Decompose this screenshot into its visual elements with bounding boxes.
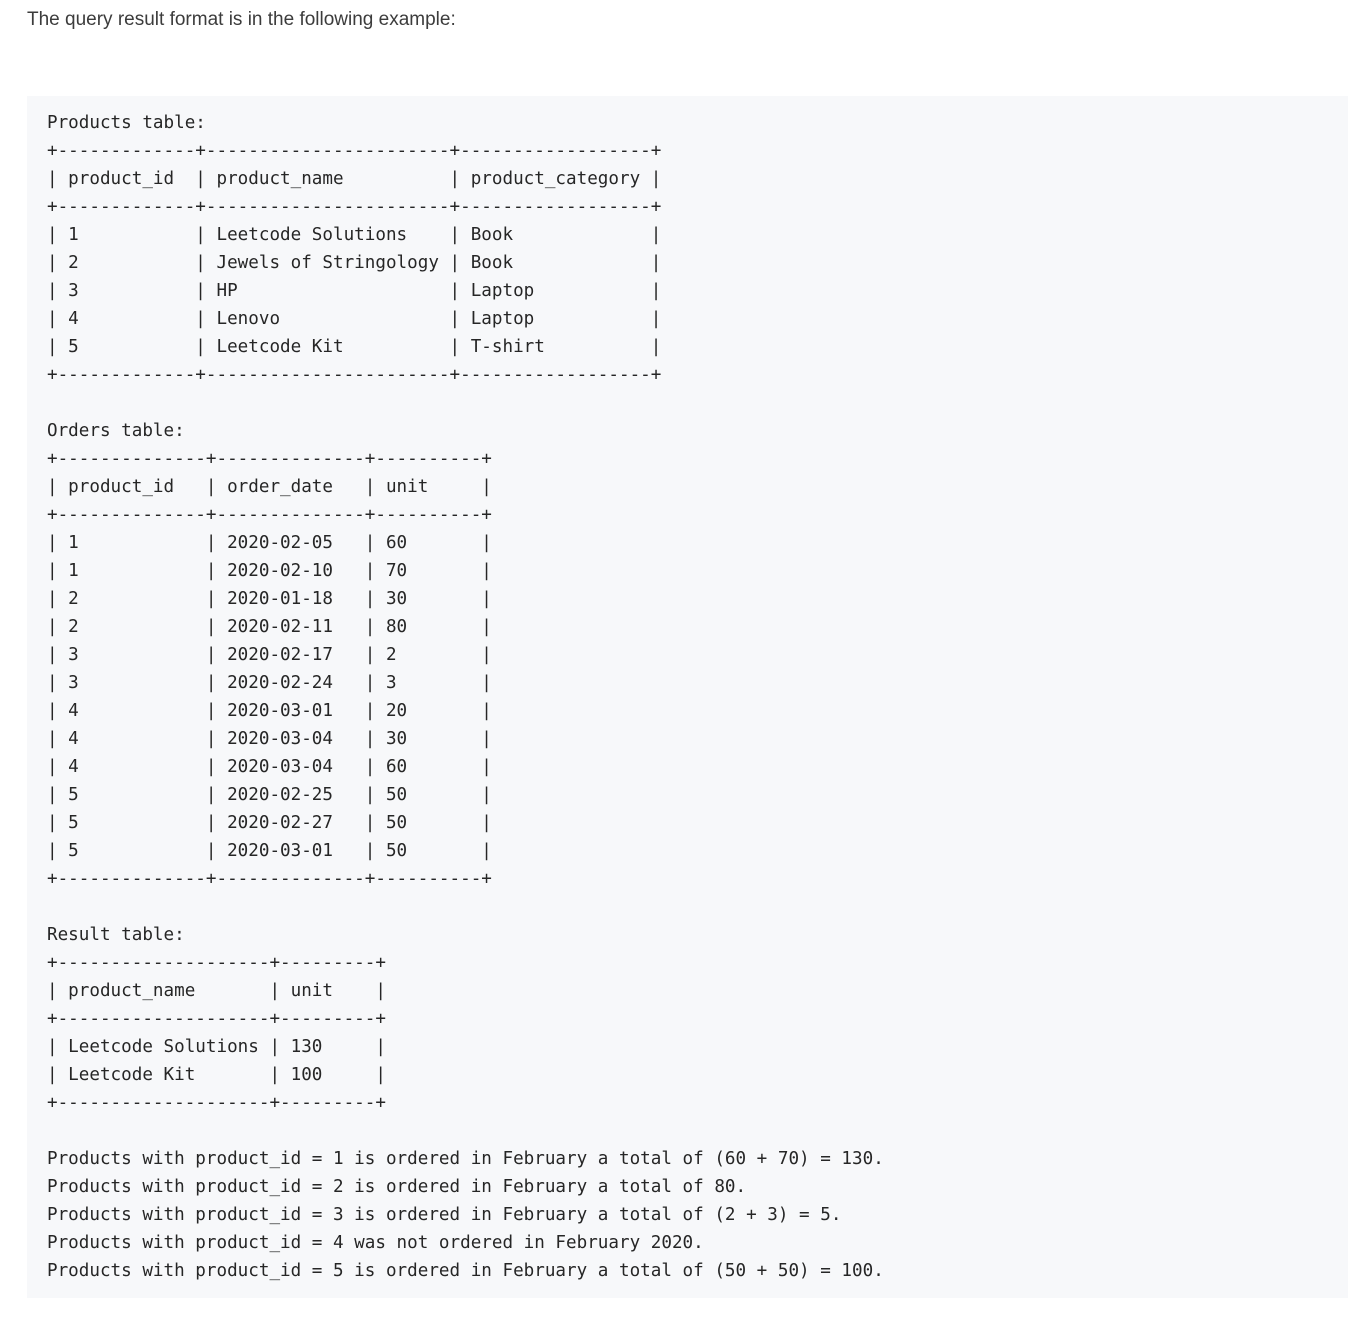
code-line: | product_name | unit | [47,981,386,1001]
code-line: Products with product_id = 3 is ordered … [47,1205,842,1225]
code-line: +-------------+-----------------------+-… [47,141,662,161]
code-line: | Leetcode Kit | 100 | [47,1065,386,1085]
code-line: +--------------+--------------+---------… [47,869,492,889]
code-line: | 5 | 2020-02-25 | 50 | [47,785,492,805]
code-line: Products table: [47,113,206,133]
example-code-block: Products table: +-------------+----------… [27,96,1348,1298]
code-line: | Leetcode Solutions | 130 | [47,1037,386,1057]
code-line: +--------------+--------------+---------… [47,505,492,525]
code-line: | 3 | 2020-02-17 | 2 | [47,645,492,665]
code-line: | 1 | 2020-02-10 | 70 | [47,561,492,581]
code-line: Products with product_id = 5 is ordered … [47,1261,884,1281]
code-line: | 5 | 2020-03-01 | 50 | [47,841,492,861]
code-line: | 2 | 2020-02-11 | 80 | [47,617,492,637]
code-line: | 5 | Leetcode Kit | T-shirt | [47,337,662,357]
code-line: +--------------------+---------+ [47,1093,386,1113]
code-line: Orders table: [47,421,185,441]
code-line: | 4 | Lenovo | Laptop | [47,309,662,329]
code-line: | 4 | 2020-03-01 | 20 | [47,701,492,721]
code-line: +--------------+--------------+---------… [47,449,492,469]
code-line: +-------------+-----------------------+-… [47,365,662,385]
code-line: | 3 | 2020-02-24 | 3 | [47,673,492,693]
code-line: | 2 | Jewels of Stringology | Book | [47,253,662,273]
code-line: | 2 | 2020-01-18 | 30 | [47,589,492,609]
code-line: | 5 | 2020-02-27 | 50 | [47,813,492,833]
code-line: | 1 | 2020-02-05 | 60 | [47,533,492,553]
intro-text: The query result format is in the follow… [27,9,456,30]
code-line: Products with product_id = 1 is ordered … [47,1149,884,1169]
code-line: | 4 | 2020-03-04 | 30 | [47,729,492,749]
code-line: Result table: [47,925,185,945]
code-line: | 4 | 2020-03-04 | 60 | [47,757,492,777]
example-code: Products table: +-------------+----------… [47,109,1328,1285]
code-line: +--------------------+---------+ [47,1009,386,1029]
code-line: +-------------+-----------------------+-… [47,197,662,217]
code-line: | 3 | HP | Laptop | [47,281,662,301]
code-line: Products with product_id = 2 is ordered … [47,1177,747,1197]
code-line: | 1 | Leetcode Solutions | Book | [47,225,662,245]
code-line: | product_id | order_date | unit | [47,477,492,497]
code-line: Products with product_id = 4 was not ord… [47,1233,704,1253]
code-line: | product_id | product_name | product_ca… [47,169,662,189]
code-line: +--------------------+---------+ [47,953,386,973]
